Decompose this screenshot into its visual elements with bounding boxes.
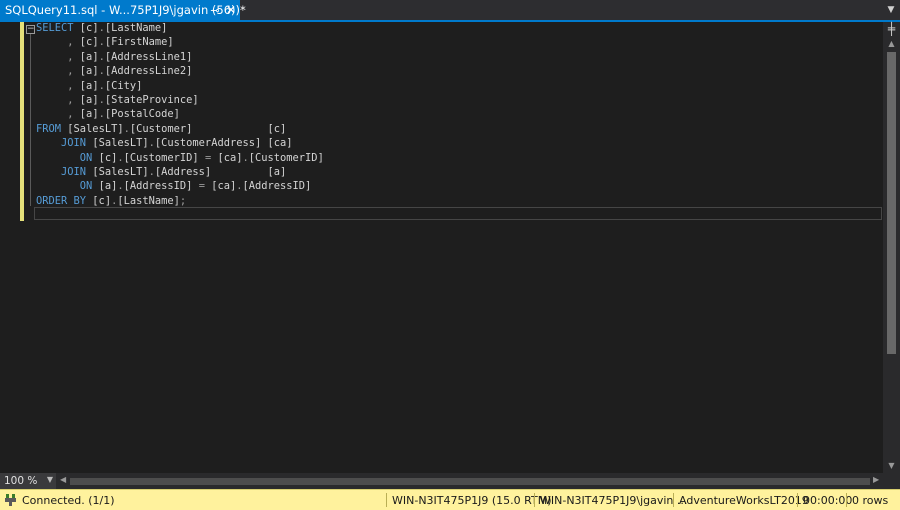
change-tracking-margin: [20, 22, 24, 221]
status-divider: [673, 493, 674, 507]
sql-token: [a]: [73, 94, 99, 107]
status-elapsed-time: 00:00:00: [803, 493, 853, 507]
status-divider: [534, 493, 535, 507]
sql-token: [AddressLine1]: [104, 50, 193, 63]
pin-tab-icon[interactable]: ⊸: [208, 2, 222, 18]
status-divider: [797, 493, 798, 507]
horizontal-scroll-thumb[interactable]: [70, 478, 870, 485]
vertical-scroll-thumb[interactable]: [887, 52, 896, 354]
sql-token: [PostalCode]: [104, 108, 180, 121]
sql-token: [FirstName]: [104, 36, 174, 49]
sql-token: [SalesLT]: [86, 137, 149, 150]
sql-token: [a]: [73, 65, 99, 78]
query-editor[interactable]: − SELECT [c].[LastName] , [c].[FirstName…: [0, 22, 883, 473]
sql-token: [Address] [a]: [154, 166, 287, 179]
code-line[interactable]: , [a].[PostalCode]: [36, 107, 324, 121]
sql-token: [LastName]: [117, 194, 180, 207]
sql-token: [c]: [86, 194, 112, 207]
code-line[interactable]: ON [a].[AddressID] = [ca].[AddressID]: [36, 179, 324, 193]
sql-token: [SalesLT]: [86, 166, 149, 179]
status-user: WIN-N3IT475P1J9\jgavin ...: [540, 493, 688, 507]
sql-token: [c]: [92, 151, 118, 164]
code-line[interactable]: , [c].[FirstName]: [36, 35, 324, 49]
code-line[interactable]: JOIN [SalesLT].[CustomerAddress] [ca]: [36, 136, 324, 150]
sql-token: [LastName]: [104, 22, 168, 34]
sql-punctuation: ;: [179, 194, 187, 207]
horizontal-bar: 100 % ▼ ◀ ▶: [0, 473, 900, 489]
code-line[interactable]: , [a].[StateProvince]: [36, 93, 324, 107]
sql-token: [CustomerAddress] [ca]: [154, 137, 293, 150]
zoom-value: 100 %: [4, 475, 38, 487]
code-line[interactable]: , [a].[AddressLine1]: [36, 50, 324, 64]
scroll-up-arrow-icon[interactable]: ▲: [883, 38, 900, 50]
code-line[interactable]: ON [c].[CustomerID] = [ca].[CustomerID]: [36, 151, 324, 165]
sql-keyword: JOIN: [61, 137, 87, 150]
status-row-count: 0 rows: [852, 493, 889, 507]
document-tab-strip: SQLQuery11.sql - W...75P1J9\jgavin (56))…: [0, 0, 900, 22]
sql-token: [c]: [73, 22, 99, 34]
current-line-highlight: [34, 207, 882, 220]
status-server: WIN-N3IT475P1J9 (15.0 RTM): [392, 493, 552, 507]
zoom-dropdown[interactable]: 100 % ▼: [0, 473, 56, 489]
sql-token: [c]: [73, 36, 99, 49]
sql-keyword: FROM: [36, 122, 62, 135]
sql-code[interactable]: SELECT [c].[LastName] , [c].[FirstName] …: [36, 21, 324, 208]
outline-collapse-icon[interactable]: −: [26, 25, 35, 34]
sql-token: [Customer] [c]: [129, 122, 287, 135]
sql-keyword: JOIN: [61, 166, 87, 179]
connected-plug-icon: [5, 494, 16, 506]
sql-keyword: ON: [79, 180, 93, 193]
sql-token: [a]: [73, 50, 99, 63]
sql-token: [a]: [73, 79, 99, 92]
sql-token: [SalesLT]: [61, 122, 124, 135]
code-line[interactable]: , [a].[City]: [36, 79, 324, 93]
tab-overflow-dropdown-icon[interactable]: ▼: [886, 4, 896, 16]
status-divider: [846, 493, 847, 507]
outline-guide-line: [30, 34, 31, 206]
vertical-scrollbar[interactable]: ╪ ▲ ▼: [883, 22, 900, 473]
code-line[interactable]: JOIN [SalesLT].[Address] [a]: [36, 165, 324, 179]
sql-keyword: SELECT: [36, 22, 74, 34]
status-bar: Connected. (1/1) WIN-N3IT475P1J9 (15.0 R…: [0, 489, 900, 510]
close-tab-icon[interactable]: ✕: [224, 2, 238, 18]
scroll-left-arrow-icon[interactable]: ◀: [60, 475, 66, 484]
status-divider: [386, 493, 387, 507]
scroll-down-arrow-icon[interactable]: ▼: [883, 460, 900, 472]
split-window-icon[interactable]: ╪: [883, 22, 900, 36]
sql-keyword: ORDER BY: [36, 194, 87, 207]
status-connection: Connected. (1/1): [22, 493, 115, 507]
scroll-right-arrow-icon[interactable]: ▶: [873, 475, 879, 484]
sql-token: [ca]: [204, 180, 237, 193]
sql-token: [ca]: [211, 151, 243, 164]
document-tab-active[interactable]: SQLQuery11.sql - W...75P1J9\jgavin (56))…: [0, 0, 246, 20]
sql-keyword: ON: [79, 151, 93, 164]
sql-token: [StateProvince]: [104, 94, 199, 107]
sql-token: [AddressID]: [123, 180, 199, 193]
code-line[interactable]: SELECT [c].[LastName]: [36, 21, 324, 35]
sql-token: [CustomerID]: [248, 151, 324, 164]
sql-token: [AddressLine2]: [104, 65, 193, 78]
code-line[interactable]: , [a].[AddressLine2]: [36, 64, 324, 78]
status-database: AdventureWorksLT2019: [679, 493, 809, 507]
sql-token: [City]: [104, 79, 143, 92]
sql-token: [CustomerID]: [123, 151, 205, 164]
zoom-chevron-down-icon: ▼: [46, 475, 53, 484]
sql-token: [AddressID]: [242, 180, 312, 193]
sql-token: [a]: [92, 180, 118, 193]
code-line[interactable]: FROM [SalesLT].[Customer] [c]: [36, 122, 324, 136]
sql-token: [a]: [73, 108, 99, 121]
